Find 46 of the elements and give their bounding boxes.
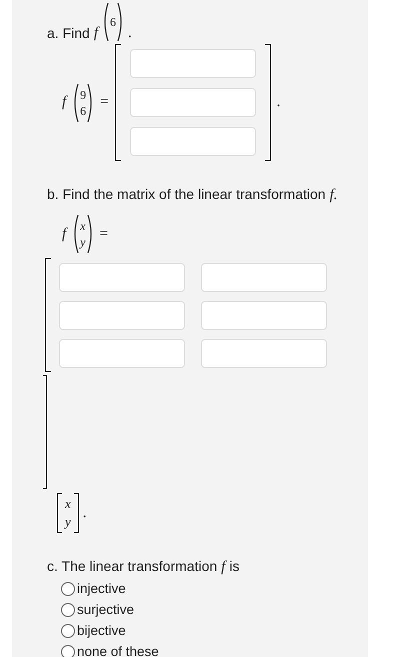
- vector-entry: 6: [80, 102, 86, 118]
- answer-field[interactable]: [130, 49, 256, 78]
- matrix-entry-field[interactable]: [59, 301, 185, 330]
- question-text: is: [229, 557, 240, 575]
- question-text: c. The linear transformation: [47, 557, 218, 575]
- vector-entry: x: [65, 495, 71, 513]
- left-parenthesis: [102, 2, 109, 42]
- vector-entry: y: [65, 513, 71, 531]
- function-symbol: f.: [330, 187, 338, 204]
- matrix-entry-field[interactable]: [201, 339, 327, 368]
- option-label[interactable]: bijective: [77, 620, 126, 641]
- matrix-entry-field[interactable]: [201, 301, 327, 330]
- function-symbol: f: [221, 559, 226, 576]
- radio-button[interactable]: [61, 582, 75, 596]
- matrix-entry-field[interactable]: [201, 263, 327, 292]
- radio-button[interactable]: [61, 602, 75, 616]
- answer-field[interactable]: [130, 88, 256, 117]
- function-symbol: f: [62, 226, 66, 242]
- option-label[interactable]: injective: [77, 578, 126, 599]
- vector-entry: x: [80, 218, 86, 234]
- vector-bracket: [74, 493, 79, 533]
- answer-field[interactable]: [130, 127, 256, 156]
- matrix-entry-field[interactable]: [59, 339, 185, 368]
- left-parenthesis: [72, 82, 80, 122]
- equals-sign: =: [100, 94, 109, 111]
- radio-button[interactable]: [61, 644, 75, 657]
- vector-bracket: [57, 493, 62, 533]
- equals-sign: =: [100, 226, 108, 242]
- matrix-entry-field[interactable]: [59, 263, 185, 292]
- vector-entry: y: [80, 234, 86, 250]
- period: .: [128, 25, 132, 42]
- function-symbol: f: [62, 94, 66, 111]
- left-parenthesis: [72, 214, 80, 254]
- vector-entry: 6: [110, 14, 116, 30]
- option-label[interactable]: surjective: [77, 599, 134, 620]
- radio-button[interactable]: [61, 624, 75, 638]
- option-label[interactable]: none of these: [77, 641, 159, 657]
- vector-entry: 9: [80, 86, 86, 102]
- period: .: [82, 504, 87, 522]
- function-symbol: f: [94, 25, 98, 42]
- right-parenthesis: [86, 214, 94, 254]
- question-text: a. Find: [47, 24, 90, 42]
- question-text: b. Find the matrix of the linear transformation: [47, 185, 326, 203]
- right-parenthesis: [116, 2, 124, 42]
- period: .: [276, 94, 280, 111]
- right-parenthesis: [87, 82, 94, 122]
